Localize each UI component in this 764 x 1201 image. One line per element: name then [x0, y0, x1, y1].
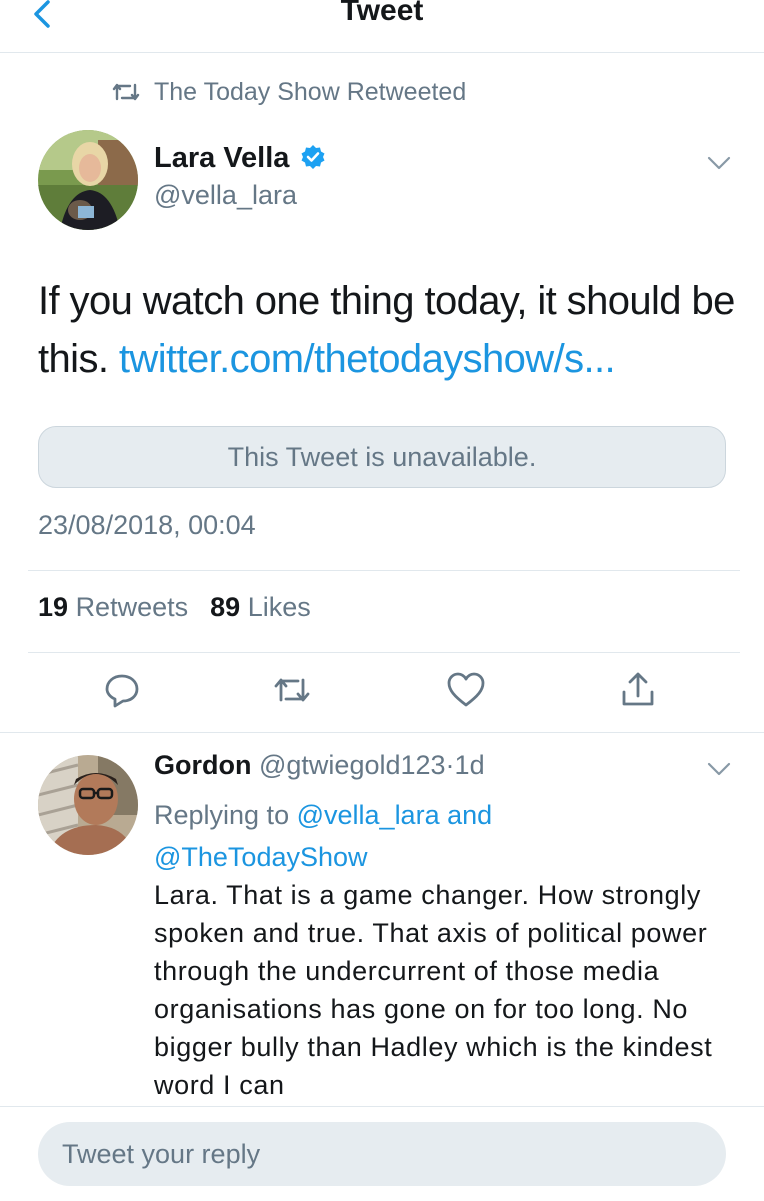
retweets-stat[interactable]: 19 Retweets — [38, 592, 188, 623]
reply-author-avatar[interactable] — [38, 755, 138, 855]
divider — [0, 732, 764, 733]
reply-text: Lara. That is a game changer. How strong… — [154, 880, 713, 1100]
page-title: Tweet — [340, 0, 424, 27]
retweet-button[interactable] — [270, 668, 314, 712]
share-button[interactable] — [616, 668, 660, 712]
tweet-options-button[interactable] — [706, 154, 732, 172]
replying-to: Replying to @vella_lara and @TheTodaySho… — [154, 794, 492, 878]
verified-badge-icon — [301, 145, 324, 169]
retweet-icon — [274, 678, 310, 702]
divider — [28, 652, 740, 653]
top-bar: Tweet — [0, 0, 764, 53]
retweet-count: 19 — [38, 592, 69, 622]
replying-user-link[interactable]: @TheTodayShow — [154, 842, 368, 872]
like-label: Likes — [247, 592, 311, 622]
reply-author-handle[interactable]: @gtwiegold123 — [259, 750, 446, 780]
author-name-text: Lara Vella — [154, 142, 290, 174]
like-button[interactable] — [444, 668, 488, 712]
author-name[interactable]: Lara Vella — [154, 142, 326, 175]
tweet-link[interactable]: twitter.com/thetodayshow/s... — [119, 337, 616, 381]
share-icon — [622, 672, 654, 706]
chevron-down-icon — [707, 156, 731, 170]
like-count: 89 — [210, 592, 241, 622]
tweet-stats: 19 Retweets 89 Likes — [38, 592, 311, 623]
replying-user-link[interactable]: @vella_lara — [297, 800, 440, 830]
retweet-context-label: The Today Show Retweeted — [154, 77, 467, 106]
reply-icon — [105, 674, 139, 708]
quoted-tweet-unavailable: This Tweet is unavailable. — [38, 426, 726, 488]
author-avatar[interactable] — [38, 130, 138, 230]
reply-input[interactable] — [38, 1122, 726, 1186]
tweet-timestamp: 23/08/2018, 00:04 — [38, 510, 256, 540]
retweet-context[interactable]: The Today Show Retweeted — [112, 76, 466, 108]
reply-age: 1d — [454, 750, 485, 780]
retweet-icon — [112, 83, 140, 101]
author-handle[interactable]: @vella_lara — [154, 180, 297, 211]
tweet-text: If you watch one thing today, it should … — [38, 272, 738, 388]
reply-button[interactable] — [100, 668, 144, 712]
replying-and[interactable]: and — [447, 800, 492, 830]
retweet-label: Retweets — [75, 592, 189, 622]
reply-header: Gordon @gtwiegold123·1d — [154, 750, 485, 781]
replying-prefix: Replying to — [154, 800, 290, 830]
reply-author-name[interactable]: Gordon — [154, 750, 251, 780]
divider — [28, 570, 740, 571]
chevron-down-icon — [707, 762, 731, 776]
separator-dot: · — [445, 750, 455, 780]
likes-stat[interactable]: 89 Likes — [210, 592, 311, 623]
reply-options-button[interactable] — [706, 760, 732, 778]
like-heart-icon — [447, 672, 485, 707]
